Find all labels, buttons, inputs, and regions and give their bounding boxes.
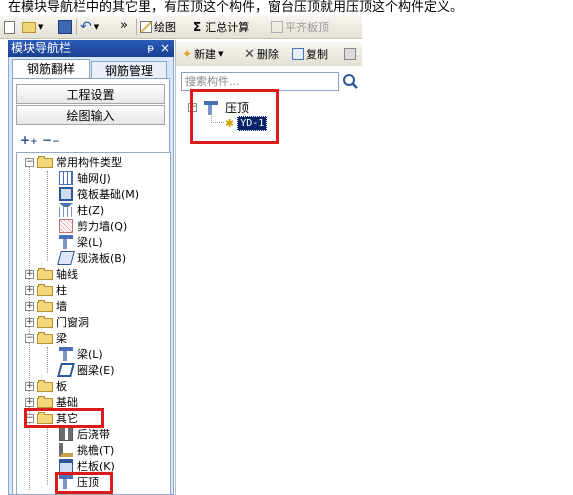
- highlight-coping-item: [55, 472, 113, 494]
- folder-icon: [37, 284, 53, 296]
- open-button[interactable]: ▼: [22, 18, 43, 36]
- tree-item-beam[interactable]: 梁(L): [59, 234, 103, 250]
- component-tree: − 常用构件类型 轴网(J) 筏板基础(M) 柱(Z) 剪力墙(Q) 梁(L) …: [16, 152, 171, 495]
- copy-icon: [292, 48, 304, 60]
- save-icon: [58, 20, 72, 34]
- tree-item-shear-wall[interactable]: 剪力墙(Q): [59, 218, 127, 234]
- folder-open-icon: [37, 332, 53, 344]
- column-icon: [59, 203, 73, 217]
- tree-item-cornice[interactable]: 挑檐(T): [59, 442, 114, 458]
- tree-node-column[interactable]: + 柱: [25, 282, 67, 298]
- expand-icon[interactable]: +: [25, 397, 34, 407]
- copy-component-button[interactable]: 复制: [292, 45, 328, 63]
- tab-rebar-management[interactable]: 钢筋管理: [91, 61, 167, 79]
- more-toolbar-icon[interactable]: [344, 45, 356, 63]
- draw-button[interactable]: 绘图: [140, 18, 176, 36]
- toolbar-overflow-button[interactable]: »: [120, 16, 128, 34]
- tree-node-door-window[interactable]: + 门窗洞: [25, 314, 89, 330]
- highlight-other-node: [24, 408, 104, 428]
- folder-icon: [37, 316, 53, 328]
- new-icon: ✦: [182, 47, 193, 61]
- shear-wall-icon: [59, 219, 73, 233]
- new-file-button[interactable]: [4, 18, 15, 36]
- beam-icon: [59, 235, 73, 249]
- folder-open-icon: [37, 156, 53, 168]
- tree-node-common[interactable]: − 常用构件类型: [25, 154, 122, 170]
- draw-icon: [140, 21, 152, 33]
- folder-icon: [37, 268, 53, 280]
- collapse-all-icon[interactable]: −−: [42, 133, 60, 147]
- parapet-icon: [59, 459, 73, 473]
- dropdown-arrow-icon: ▼: [93, 23, 100, 31]
- highlight-component-group: [190, 89, 279, 144]
- delete-component-button[interactable]: ✕ 删除: [244, 45, 279, 63]
- pin-icon[interactable]: ᵽ: [147, 40, 154, 57]
- tree-item-cast-slab[interactable]: 现浇板(B): [57, 250, 126, 266]
- delete-icon: ✕: [244, 46, 255, 62]
- collapse-icon[interactable]: −: [25, 157, 34, 167]
- component-toolbar: ✦ 新建 ▼ ✕ 删除 复制: [176, 42, 362, 66]
- navigator-header: 模块导航栏 ᵽ ×: [8, 40, 174, 57]
- tree-node-axis[interactable]: + 轴线: [25, 266, 78, 282]
- axis-grid-icon: [59, 171, 73, 185]
- expand-icon[interactable]: +: [25, 381, 34, 391]
- tree-node-slab[interactable]: + 板: [25, 378, 67, 394]
- tree-item-axis-grid[interactable]: 轴网(J): [59, 170, 111, 186]
- tree-node-wall[interactable]: + 墙: [25, 298, 67, 314]
- beam-icon: [59, 347, 73, 361]
- close-icon[interactable]: ×: [160, 40, 170, 57]
- post-cast-strip-icon: [59, 427, 73, 441]
- folder-icon: [37, 380, 53, 392]
- slab-icon: [57, 251, 75, 265]
- expand-all-icon[interactable]: ++: [20, 133, 38, 147]
- tree-item-post-cast-strip[interactable]: 后浇带: [59, 426, 110, 442]
- folder-open-icon: [22, 21, 36, 33]
- draw-input-button[interactable]: 绘图输入: [16, 105, 165, 125]
- sum-label: 汇总计算: [205, 21, 250, 34]
- draw-label: 绘图: [154, 21, 176, 34]
- folder-icon: [37, 396, 53, 408]
- project-settings-button[interactable]: 工程设置: [16, 84, 165, 104]
- folder-icon: [37, 300, 53, 312]
- align-icon: [271, 21, 283, 33]
- tree-item-ring-beam[interactable]: 圈梁(E): [57, 362, 115, 378]
- tab-rebar-detailing[interactable]: 钢筋翻样: [12, 59, 90, 79]
- caption-text: 在模块导航栏中的其它里，有压顶这个构件，窗台压顶就用压顶这个构件定义。: [8, 0, 464, 15]
- cornice-icon: [59, 443, 73, 457]
- raft-foundation-icon: [59, 187, 73, 201]
- new-component-button[interactable]: ✦ 新建 ▼: [182, 45, 223, 63]
- sigma-icon: Σ: [193, 20, 202, 34]
- expand-icon[interactable]: +: [25, 285, 34, 295]
- ring-beam-icon: [57, 363, 75, 377]
- collapse-icon[interactable]: −: [25, 333, 34, 343]
- align-label: 平齐板顶: [285, 21, 329, 34]
- expand-icon[interactable]: +: [25, 301, 34, 311]
- align-slab-button[interactable]: 平齐板顶: [271, 18, 329, 36]
- undo-button[interactable]: ↶ ▼: [80, 18, 99, 36]
- tree-node-beam[interactable]: − 梁: [25, 330, 67, 346]
- main-toolbar: ▼ ↶ ▼ » 绘图 Σ 汇总计算 平齐板顶: [0, 16, 362, 39]
- expand-icon[interactable]: +: [25, 269, 34, 279]
- navigator-title: 模块导航栏: [11, 41, 72, 55]
- new-file-icon: [4, 20, 15, 34]
- tree-item-beam-l[interactable]: 梁(L): [59, 346, 103, 362]
- dropdown-arrow-icon: ▼: [218, 50, 224, 58]
- tree-item-raft-foundation[interactable]: 筏板基础(M): [59, 186, 139, 202]
- undo-icon: ↶: [80, 19, 92, 35]
- save-button[interactable]: [58, 18, 72, 36]
- expand-icon[interactable]: +: [25, 317, 34, 327]
- dropdown-arrow-icon: ▼: [38, 23, 44, 31]
- sum-button[interactable]: Σ 汇总计算: [193, 18, 249, 36]
- search-icon[interactable]: [341, 72, 360, 91]
- tree-item-column[interactable]: 柱(Z): [59, 202, 104, 218]
